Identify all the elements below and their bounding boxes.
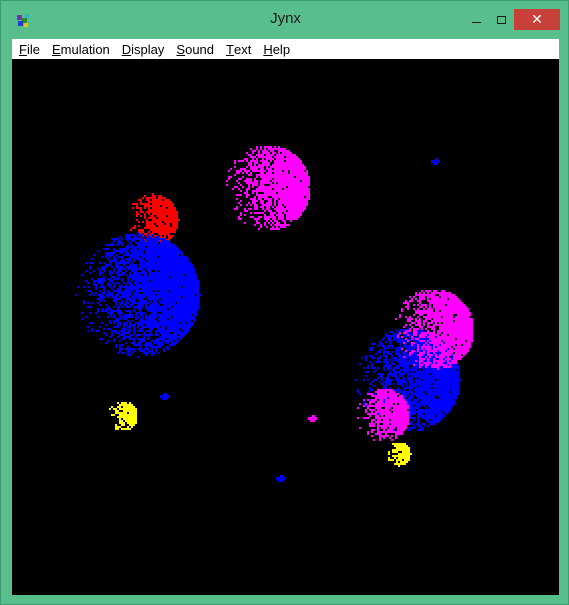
menu-file-mnemonic: F [19,41,27,57]
menu-help-label: elp [272,41,291,57]
emulator-display[interactable] [12,59,559,595]
menu-file[interactable]: File [12,39,46,59]
maximize-icon [496,15,506,24]
menu-emulation-mnemonic: E [51,41,61,57]
menu-text-mnemonic: T [226,41,234,57]
jynx-window: Jynx ✕ File Emulation Display Sound Text… [0,0,569,605]
yellow-sphere-left [109,402,137,430]
yellow-sphere-right [388,443,412,467]
blue-blip-2 [160,393,169,400]
maximize-button[interactable] [488,9,514,30]
menu-help[interactable]: Help [257,39,296,59]
menu-emulation-label: mulation [60,41,110,57]
menu-sound[interactable]: Sound [170,39,220,59]
menu-display-mnemonic: D [121,41,132,57]
blue-blip-3 [276,475,285,482]
menu-help-mnemonic: H [263,41,273,57]
menu-sound-mnemonic: S [176,41,186,57]
close-icon: ✕ [531,11,543,27]
minimize-button[interactable] [464,9,488,30]
minimize-icon [471,21,481,24]
menu-sound-label: ound [185,41,215,57]
menu-text-label: ext [233,41,252,57]
title-bar[interactable]: Jynx ✕ [1,1,569,39]
magenta-blip [308,415,317,422]
menu-text[interactable]: Text [220,39,257,59]
menu-display[interactable]: Display [116,39,171,59]
menu-emulation[interactable]: Emulation [46,39,116,59]
menu-display-label: isplay [131,41,165,57]
blue-blip-1 [431,158,440,165]
close-button[interactable]: ✕ [514,9,560,30]
magenta-sphere-top [226,146,310,230]
menu-file-label: ile [26,41,40,57]
emulator-screen[interactable] [12,59,559,595]
magenta-sphere-small [357,389,409,441]
large-blue-sphere [75,232,201,358]
menu-bar: File Emulation Display Sound Text Help [12,39,559,59]
